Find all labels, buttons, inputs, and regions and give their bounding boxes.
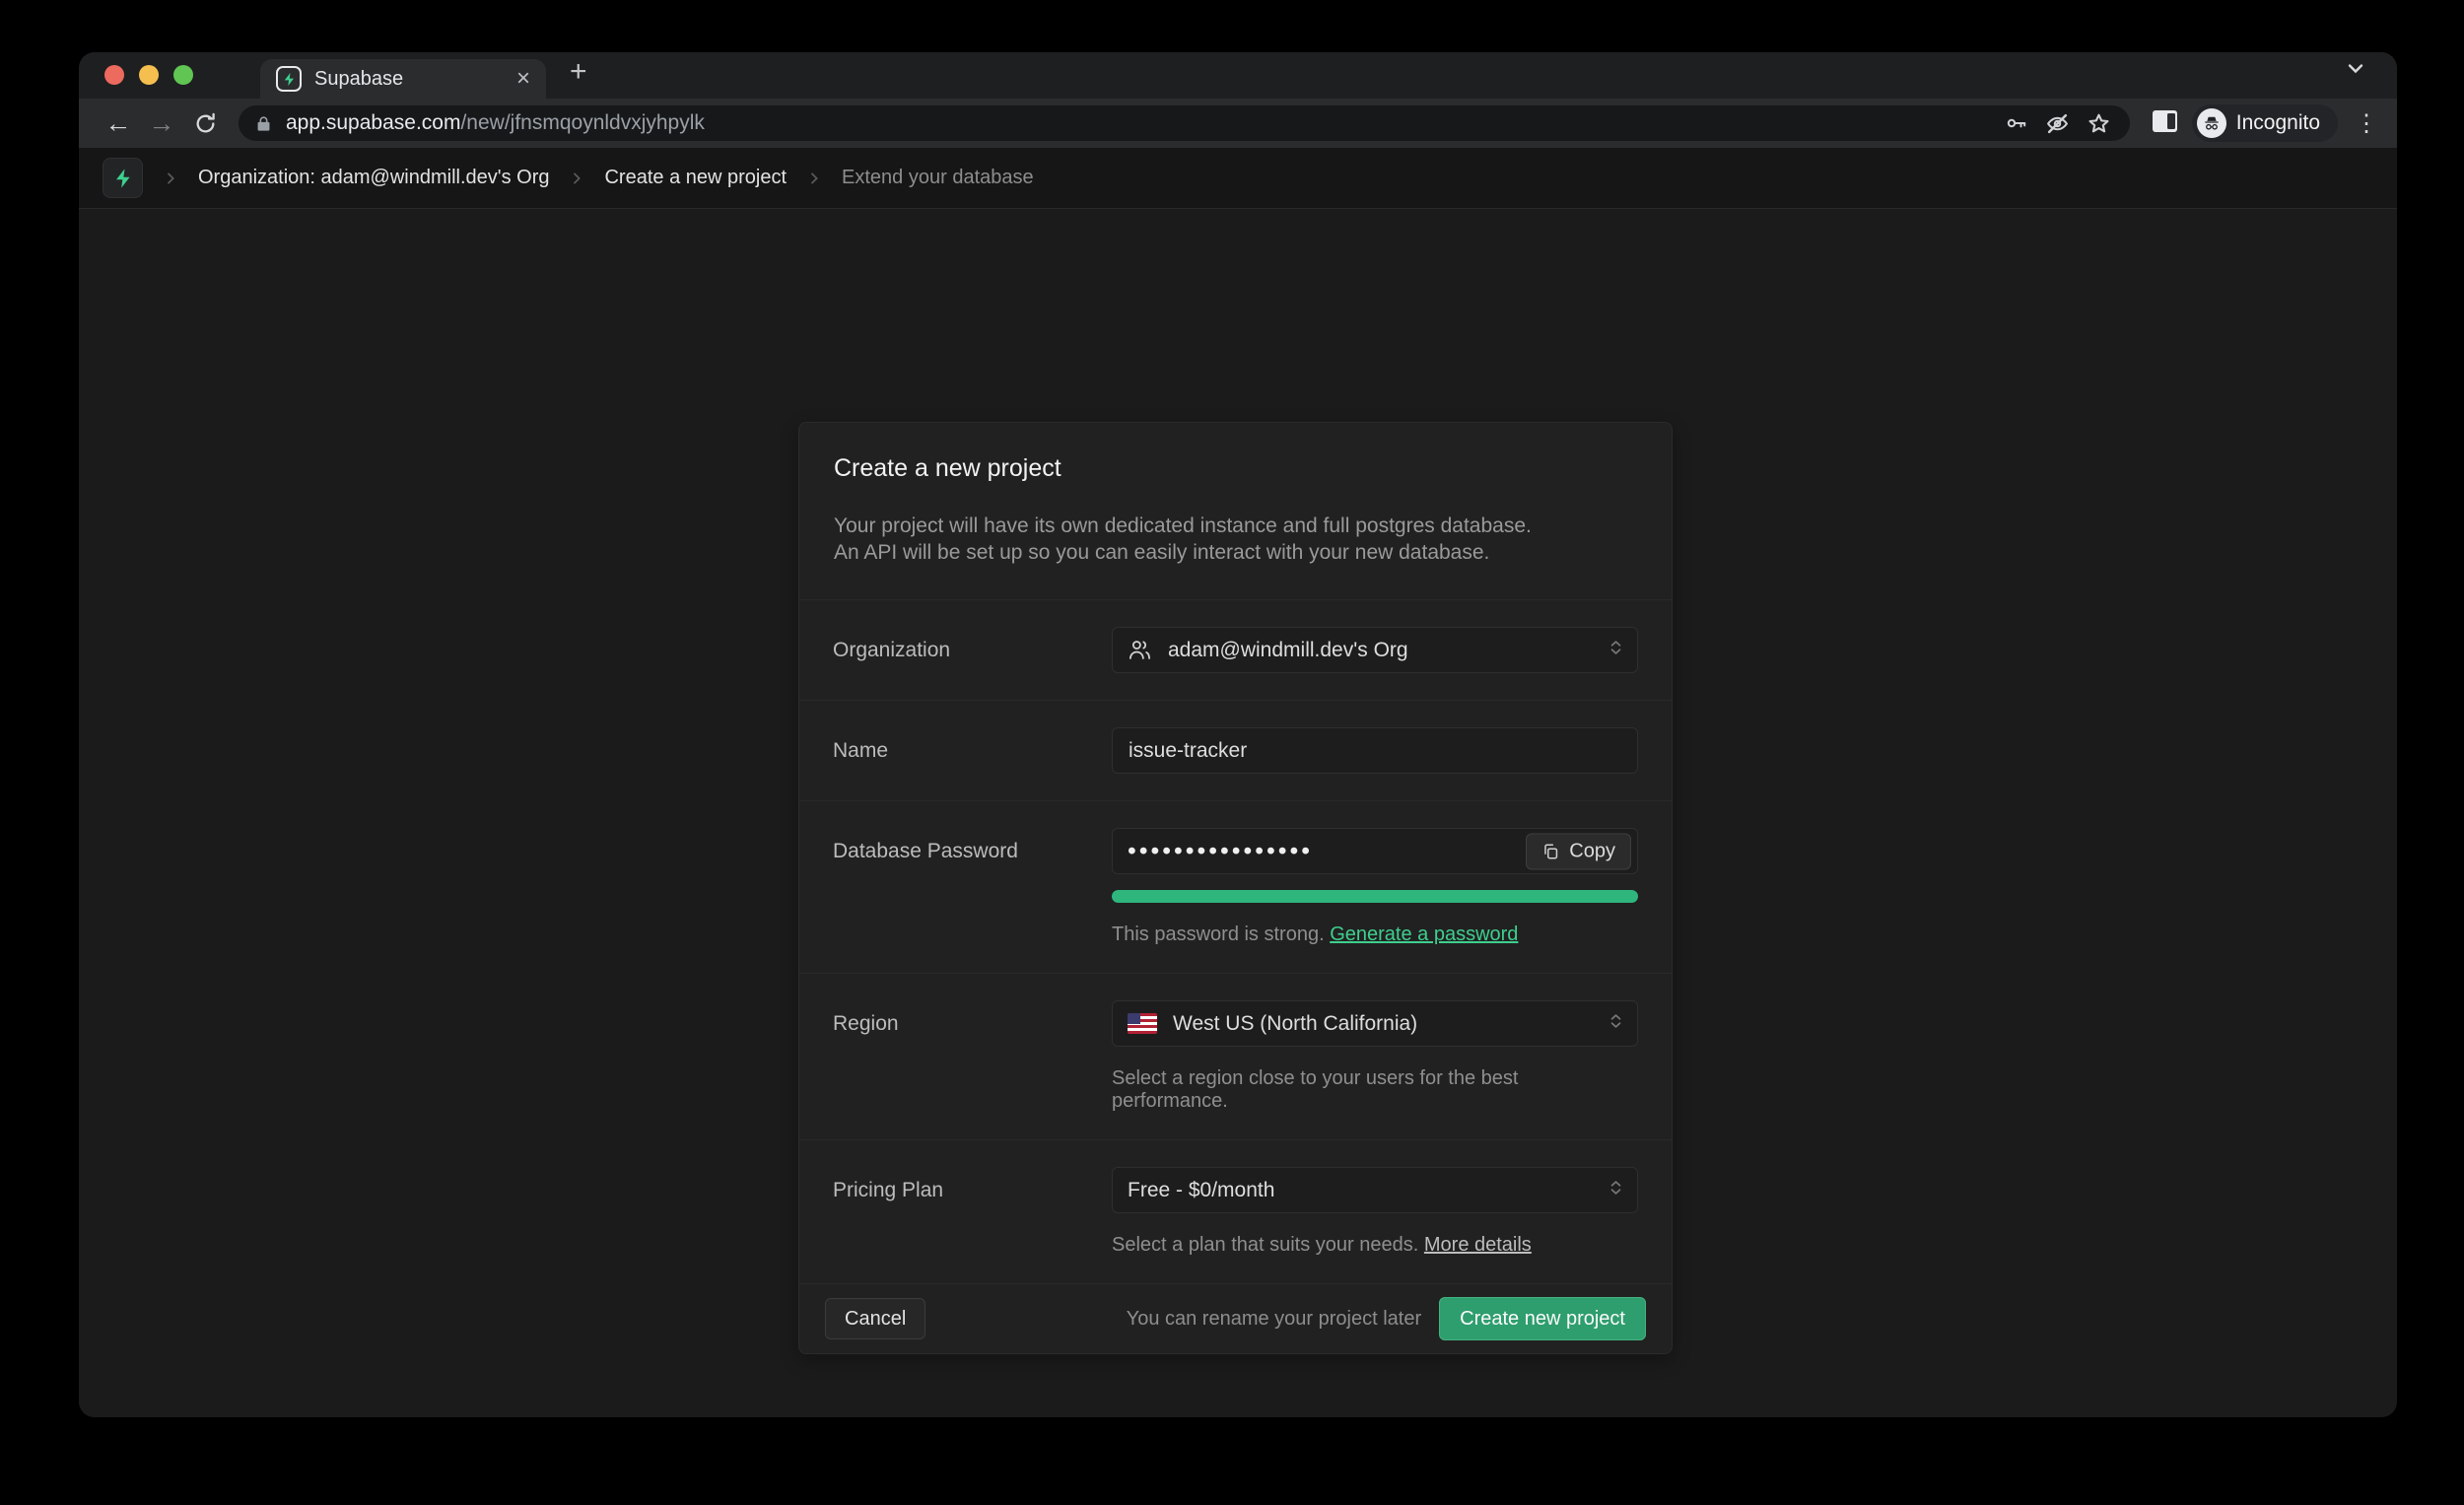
- region-value: West US (North California): [1173, 1012, 1417, 1036]
- create-project-card: Create a new project Your project will h…: [798, 422, 1673, 1354]
- region-row: Region West US (North California) Select…: [799, 973, 1672, 1139]
- select-chevrons-icon: [1607, 1011, 1625, 1036]
- generate-password-link[interactable]: Generate a password: [1330, 924, 1518, 945]
- supabase-favicon-icon: [276, 66, 302, 92]
- forward-icon[interactable]: →: [140, 108, 183, 139]
- close-window-button[interactable]: [104, 65, 124, 85]
- password-strength-message: This password is strong.: [1112, 924, 1325, 945]
- users-icon: [1128, 638, 1152, 662]
- create-new-project-button[interactable]: Create new project: [1439, 1297, 1646, 1340]
- region-label: Region: [833, 1000, 1112, 1113]
- password-input-wrapper: •••••••••••••••• Copy: [1112, 828, 1638, 874]
- pricing-row: Pricing Plan Free - $0/month Select a pl…: [799, 1139, 1672, 1283]
- window-controls: [79, 65, 219, 99]
- description-line-1: Your project will have its own dedicated…: [834, 513, 1637, 539]
- region-helper: Select a region close to your users for …: [1112, 1067, 1638, 1113]
- lock-icon[interactable]: [254, 114, 273, 133]
- browser-toolbar: ← → app.supabase.com/new/jfnsmqoynldvxjy…: [79, 99, 2397, 148]
- cancel-button[interactable]: Cancel: [825, 1298, 925, 1339]
- password-strength-bar: [1112, 890, 1638, 903]
- pricing-value: Free - $0/month: [1128, 1179, 1274, 1202]
- close-tab-icon[interactable]: ×: [516, 67, 530, 91]
- tab-search-chevron-icon[interactable]: [2344, 56, 2367, 85]
- card-header: Create a new project Your project will h…: [799, 423, 1672, 599]
- more-details-link[interactable]: More details: [1424, 1234, 1532, 1256]
- password-label: Database Password: [833, 828, 1112, 946]
- bookmark-star-icon[interactable]: [2079, 111, 2120, 136]
- new-tab-button[interactable]: +: [570, 57, 587, 87]
- browser-window: Supabase × + ← → app.supabase.com/new/jf…: [79, 52, 2397, 1417]
- us-flag-icon: [1128, 1013, 1157, 1034]
- copy-icon: [1541, 842, 1560, 860]
- region-select[interactable]: West US (North California): [1112, 1000, 1638, 1047]
- pricing-helper-text: Select a plan that suits your needs.: [1112, 1234, 1418, 1256]
- description-line-2: An API will be set up so you can easily …: [834, 539, 1637, 566]
- pricing-select[interactable]: Free - $0/month: [1112, 1167, 1638, 1213]
- zoom-window-button[interactable]: [173, 65, 193, 85]
- url-bar[interactable]: app.supabase.com/new/jfnsmqoynldvxjyhpyl…: [239, 105, 2130, 141]
- url-domain: app.supabase.com: [286, 111, 460, 134]
- name-input[interactable]: [1112, 727, 1638, 774]
- browser-tab-supabase[interactable]: Supabase ×: [260, 59, 546, 99]
- incognito-icon: [2197, 108, 2226, 138]
- pricing-label: Pricing Plan: [833, 1167, 1112, 1257]
- chevron-right-icon: [163, 171, 178, 186]
- page-title: Create a new project: [834, 454, 1637, 483]
- breadcrumb-extend-database: Extend your database: [842, 167, 1034, 189]
- chevron-right-icon: [806, 171, 822, 186]
- chevron-right-icon: [569, 171, 584, 186]
- app-header: Organization: adam@windmill.dev's Org Cr…: [79, 148, 2397, 209]
- copy-password-button[interactable]: Copy: [1526, 833, 1631, 869]
- name-label: Name: [833, 727, 1112, 774]
- incognito-badge: Incognito: [2192, 104, 2338, 142]
- select-chevrons-icon: [1607, 1178, 1625, 1202]
- tab-title: Supabase: [314, 68, 504, 91]
- password-row: Database Password •••••••••••••••• Copy: [799, 800, 1672, 973]
- browser-menu-icon[interactable]: ⋮: [2354, 109, 2379, 138]
- supabase-logo-icon[interactable]: [103, 158, 143, 198]
- eye-off-icon[interactable]: [2037, 111, 2079, 136]
- card-footer: Cancel You can rename your project later…: [799, 1283, 1672, 1353]
- back-icon[interactable]: ←: [97, 108, 140, 139]
- url-path: /new/jfnsmqoynldvxjyhpylk: [460, 111, 704, 134]
- organization-value: adam@windmill.dev's Org: [1168, 639, 1408, 662]
- password-masked-value: ••••••••••••••••: [1128, 839, 1313, 863]
- tab-strip: Supabase × +: [79, 52, 2397, 99]
- side-panel-icon[interactable]: [2152, 109, 2178, 138]
- organization-row: Organization adam@windmill.dev's Org: [799, 599, 1672, 700]
- page-body: Create a new project Your project will h…: [79, 209, 2397, 1417]
- breadcrumb-create-project[interactable]: Create a new project: [604, 167, 787, 189]
- screenshot-root: Supabase × + ← → app.supabase.com/new/jf…: [0, 0, 2464, 1505]
- name-row: Name: [799, 700, 1672, 800]
- url-text: app.supabase.com/new/jfnsmqoynldvxjyhpyl…: [286, 111, 705, 135]
- password-key-icon[interactable]: [1996, 111, 2037, 135]
- card-description: Your project will have its own dedicated…: [834, 513, 1637, 566]
- incognito-label: Incognito: [2236, 111, 2320, 135]
- password-helper: This password is strong. Generate a pass…: [1112, 924, 1638, 946]
- pricing-helper: Select a plan that suits your needs. Mor…: [1112, 1234, 1638, 1257]
- select-chevrons-icon: [1607, 638, 1625, 662]
- organization-label: Organization: [833, 627, 1112, 673]
- breadcrumb-organization[interactable]: Organization: adam@windmill.dev's Org: [198, 167, 549, 189]
- reload-icon[interactable]: [183, 111, 227, 136]
- minimize-window-button[interactable]: [139, 65, 159, 85]
- organization-select[interactable]: adam@windmill.dev's Org: [1112, 627, 1638, 673]
- copy-label: Copy: [1569, 840, 1615, 862]
- rename-note: You can rename your project later: [1127, 1308, 1421, 1331]
